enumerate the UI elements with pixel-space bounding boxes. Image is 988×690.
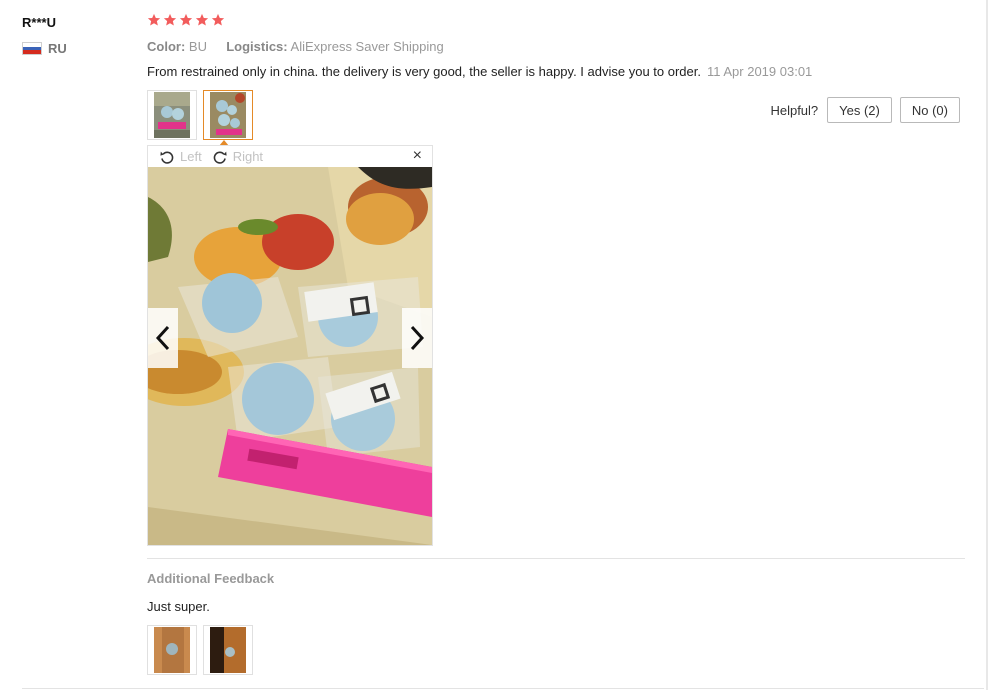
helpful-no-button[interactable]: No (0) [899, 97, 960, 123]
star-icon [163, 13, 177, 26]
additional-feedback-thumbnails [147, 625, 253, 675]
country-code: RU [48, 41, 67, 56]
photo-thumbnail-active[interactable] [203, 90, 253, 140]
photo-thumbnail-image [154, 627, 190, 673]
helpful-label: Helpful? [770, 102, 819, 118]
previous-photo-button[interactable] [148, 308, 178, 368]
color-value: BU [188, 39, 207, 54]
photo-thumbnail[interactable] [147, 90, 197, 140]
photo-thumbnail[interactable] [203, 625, 253, 675]
helpful-vote: Helpful? Yes (2) No (0) [770, 97, 960, 123]
rotate-left-button[interactable]: Left [159, 149, 202, 165]
divider [147, 558, 965, 559]
logistics-value: AliExpress Saver Shipping [290, 39, 444, 54]
next-photo-button[interactable] [402, 308, 432, 368]
star-icon [147, 13, 161, 26]
chevron-right-icon [410, 325, 425, 351]
reviewer-name: R***U [22, 15, 56, 30]
rotate-left-icon [160, 151, 174, 164]
star-rating [147, 13, 225, 27]
review-photo-image [148, 167, 432, 545]
additional-feedback-title: Additional Feedback [147, 571, 275, 586]
order-meta: Color: BU Logistics: AliExpress Saver Sh… [147, 39, 444, 54]
review-text-line: From restrained only in china. the deliv… [147, 64, 812, 79]
russia-flag-icon [22, 42, 42, 55]
chevron-left-icon [155, 325, 170, 351]
star-icon [195, 13, 209, 26]
review-date: 11 Apr 2019 03:01 [706, 64, 813, 79]
reviewer-country: RU [22, 41, 67, 56]
photo-thumbnail-image [210, 92, 246, 138]
review-text: From restrained only in china. the deliv… [147, 64, 701, 79]
close-icon[interactable]: × [413, 148, 422, 164]
star-icon [179, 13, 193, 26]
rotate-right-icon [213, 151, 227, 164]
review-photo-thumbnails [147, 90, 253, 140]
photo-viewer: Left Right × [147, 145, 433, 546]
review-photo-large [148, 167, 432, 545]
color-label: Color: [147, 39, 186, 54]
photo-thumbnail-image [210, 627, 246, 673]
photo-thumbnail[interactable] [147, 625, 197, 675]
logistics-label: Logistics: [226, 39, 288, 54]
rotate-left-label: Left [180, 149, 202, 164]
viewer-toolbar: Left Right × [148, 146, 432, 167]
rotate-right-button[interactable]: Right [212, 149, 263, 165]
additional-feedback-text: Just super. [147, 599, 210, 614]
helpful-yes-button[interactable]: Yes (2) [827, 97, 892, 123]
star-icon [211, 13, 225, 26]
review-bottom-divider [22, 688, 984, 689]
photo-thumbnail-image [154, 92, 190, 138]
rotate-right-label: Right [232, 149, 264, 164]
